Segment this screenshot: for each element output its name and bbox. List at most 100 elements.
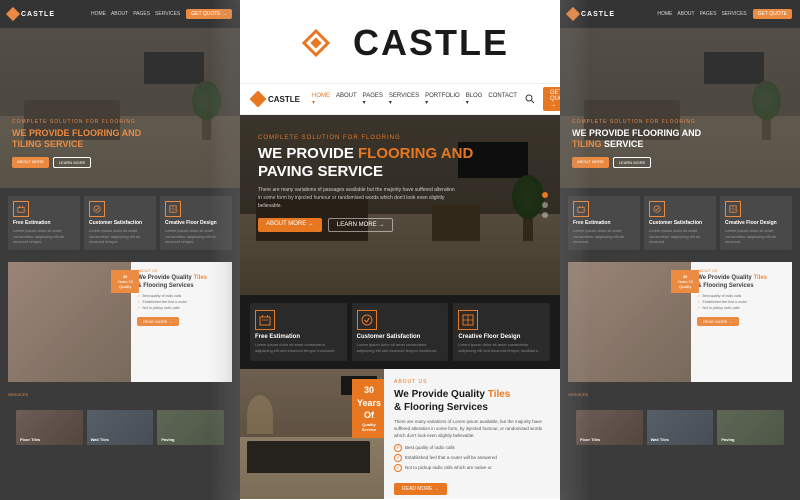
- nav-links: HOME ▾ ABOUT PAGES ▾ SERVICES ▾ PORTFOLI…: [312, 93, 517, 106]
- bg-card-3-right: Creative Floor Design Lorem ipsum dolor …: [720, 196, 792, 250]
- bg-service-1: Floor Tiles: [16, 410, 83, 445]
- hero-dot-3[interactable]: [542, 212, 548, 218]
- hero-buttons: ABOUT MORE → LEARN MORE →: [258, 218, 480, 232]
- bg-nav-links-left: HOME ABOUT PAGES SERVICES: [91, 11, 180, 17]
- bg-services-right: SERVICES What We Offer Floor Tiles Wall …: [560, 386, 800, 457]
- bg-quote-btn-left: GET QUOTE →: [186, 9, 232, 19]
- hero-description: There are many variations of passages av…: [258, 186, 458, 210]
- bg-card-text-3: Lorem ipsum dolor sit amet consectetur a…: [165, 228, 227, 245]
- bg-nav-links-right: HOME ABOUT PAGES SERVICES: [657, 11, 746, 17]
- bg-card-2-left: Customer Satisfaction Lorem ipsum dolor …: [84, 196, 156, 250]
- check-icon-1: ✓: [394, 444, 402, 452]
- bg-quote-btn-right: GET QUOTE: [753, 9, 792, 19]
- search-icon[interactable]: [525, 92, 535, 106]
- check-item-1: ✓ Best quality of radio calls: [394, 444, 550, 452]
- bg-about-left: 30 Years Of Quality ABOUT US We Provide …: [8, 262, 232, 382]
- nav-contact[interactable]: CONTACT: [488, 93, 517, 106]
- about-image: 30 Years Of Quality Service: [240, 369, 384, 499]
- bg-brand-right: CASTLE: [581, 11, 615, 18]
- about-title: We Provide Quality Tiles & Flooring Serv…: [394, 388, 550, 414]
- main-nav: CASTLE HOME ▾ ABOUT PAGES ▾ SERVICES ▾ P…: [240, 83, 560, 115]
- about-content: ABOUT US We Provide Quality Tiles & Floo…: [384, 369, 560, 499]
- bg-logo-left: CASTLE: [8, 9, 55, 19]
- bg-about-content-left: ABOUT US We Provide Quality Tiles& Floor…: [131, 262, 232, 382]
- nav-pages[interactable]: PAGES ▾: [363, 93, 383, 106]
- check-item-2: ✓ Established feel that a router will be…: [394, 454, 550, 462]
- hero-title: WE PROVIDE FLOORING AND PAVING SERVICE: [258, 145, 480, 181]
- bg-card-icon-2: [89, 201, 105, 217]
- nav-about[interactable]: ABOUT: [336, 93, 357, 106]
- about-section: 30 Years Of Quality Service ABOUT US We …: [240, 369, 560, 499]
- feature-card-design: Creative Floor Design Lorem ipsum dolor …: [453, 303, 550, 361]
- feature-cards: Free Estimation Lorem ipsum dolor sit am…: [240, 295, 560, 369]
- about-label: ABOUT US: [394, 379, 550, 385]
- quality-badge: 30 Years Of Quality Service: [352, 379, 384, 438]
- bg-cards-right: Free Estimation Lorem ipsum dolor sit am…: [560, 188, 800, 258]
- check-icon-2: ✓: [394, 454, 402, 462]
- nav-logo-small: CASTLE: [252, 93, 300, 105]
- bg-diamond-left: [6, 7, 20, 21]
- feature-card-satisfaction: Customer Satisfaction Lorem ipsum dolor …: [352, 303, 449, 361]
- nav-blog[interactable]: BLOG ▾: [466, 93, 483, 106]
- logo-icon: [291, 18, 341, 68]
- bg-logo-right: CASTLE: [568, 9, 615, 19]
- bg-hero-small-left: COMPLETE SOLUTION FOR FLOORING: [12, 119, 228, 125]
- about-description: There are many variations of Lorem ipsum…: [394, 418, 550, 440]
- estimation-icon: [255, 310, 275, 330]
- hero-section: COMPLETE SOLUTION FOR FLOORING WE PROVID…: [240, 115, 560, 295]
- bg-about-right: 30 Years Of Quality ABOUT US We Provide …: [568, 262, 792, 382]
- check-icon-3: ✓: [394, 464, 402, 472]
- hero-dot-2[interactable]: [542, 202, 548, 208]
- logo-area: CASTLE: [240, 0, 560, 83]
- bg-card-3-left: Creative Floor Design Lorem ipsum dolor …: [160, 196, 232, 250]
- card-title-3: Creative Floor Design: [458, 334, 545, 340]
- card-title-2: Customer Satisfaction: [357, 334, 444, 340]
- nav-brand: CASTLE: [268, 95, 300, 104]
- design-icon: [458, 310, 478, 330]
- get-quote-button[interactable]: GET QUOTE →: [543, 87, 560, 111]
- bg-card-2-right: Customer Satisfaction Lorem ipsum dolor …: [644, 196, 716, 250]
- hero-learn-button[interactable]: LEARN MORE →: [328, 218, 393, 232]
- nav-services[interactable]: SERVICES ▾: [389, 93, 419, 106]
- bg-card-text-2: Lorem ipsum dolor sit amet consectetur a…: [89, 228, 151, 245]
- center-panel: CASTLE CASTLE HOME ▾ ABOUT PAGES ▾ SERVI…: [240, 0, 560, 500]
- bg-panel-right: CASTLE HOME ABOUT PAGES SERVICES GET QUO…: [560, 0, 800, 500]
- card-text-3: Lorem ipsum dolor sit amet consectetur a…: [458, 342, 545, 354]
- bg-brand-left: CASTLE: [21, 11, 55, 18]
- bg-hero-right: COMPLETE SOLUTION FOR FLOORING WE PROVID…: [560, 28, 800, 188]
- satisfaction-icon: [357, 310, 377, 330]
- feature-card-estimation: Free Estimation Lorem ipsum dolor sit am…: [250, 303, 347, 361]
- bg-nav-right: CASTLE HOME ABOUT PAGES SERVICES GET QUO…: [560, 0, 800, 28]
- bg-card-title-2: Customer Satisfaction: [89, 220, 151, 226]
- bg-about-img-left: 30 Years Of Quality: [8, 262, 131, 382]
- bg-card-text-1: Lorem ipsum dolor sit amet consectetur a…: [13, 228, 75, 245]
- card-text-2: Lorem ipsum dolor sit amet consectetur a…: [357, 342, 444, 354]
- bg-card-1-left: Free Estimation Lorem ipsum dolor sit am…: [8, 196, 80, 250]
- bg-card-icon-1: [13, 201, 29, 217]
- bg-btn1-left: ABOUT MORE: [12, 157, 49, 168]
- hero-about-button[interactable]: ABOUT MORE →: [258, 218, 322, 232]
- bg-btn2-left: LEARN MORE: [53, 157, 91, 168]
- nav-diamond: [250, 91, 267, 108]
- bg-card-icon-3: [165, 201, 181, 217]
- bg-card-title-1: Free Estimation: [13, 220, 75, 226]
- hero-content: COMPLETE SOLUTION FOR FLOORING WE PROVID…: [258, 135, 480, 232]
- card-text-1: Lorem ipsum dolor sit amet consectetur a…: [255, 342, 342, 354]
- brand-name: CASTLE: [353, 22, 509, 64]
- hero-dots: [542, 192, 548, 218]
- nav-home[interactable]: HOME ▾: [312, 93, 330, 106]
- bg-panel-left: CASTLE HOME ABOUT PAGES SERVICES GET QUO…: [0, 0, 240, 500]
- bg-hero-left: COMPLETE SOLUTION FOR FLOORING WE PROVID…: [0, 28, 240, 188]
- about-checklist: ✓ Best quality of radio calls ✓ Establis…: [394, 444, 550, 472]
- nav-portfolio[interactable]: PORTFOLIO ▾: [425, 93, 460, 106]
- bg-badge-left: 30 Years Of Quality: [111, 270, 139, 293]
- bg-nav-left: CASTLE HOME ABOUT PAGES SERVICES GET QUO…: [0, 0, 240, 28]
- bg-card-title-3: Creative Floor Design: [165, 220, 227, 226]
- check-item-3: ✓ Not to pickup radio calls which are na…: [394, 464, 550, 472]
- bg-card-1-right: Free Estimation Lorem ipsum dolor sit am…: [568, 196, 640, 250]
- readmore-button[interactable]: READ MORE →: [394, 483, 447, 495]
- bg-hero-title-left: WE PROVIDE FLOORING AND TILING SERVICE: [12, 128, 228, 151]
- hero-tagline: COMPLETE SOLUTION FOR FLOORING: [258, 135, 480, 141]
- hero-dot-1[interactable]: [542, 192, 548, 198]
- bg-service-2: Wall Tiles: [87, 410, 154, 445]
